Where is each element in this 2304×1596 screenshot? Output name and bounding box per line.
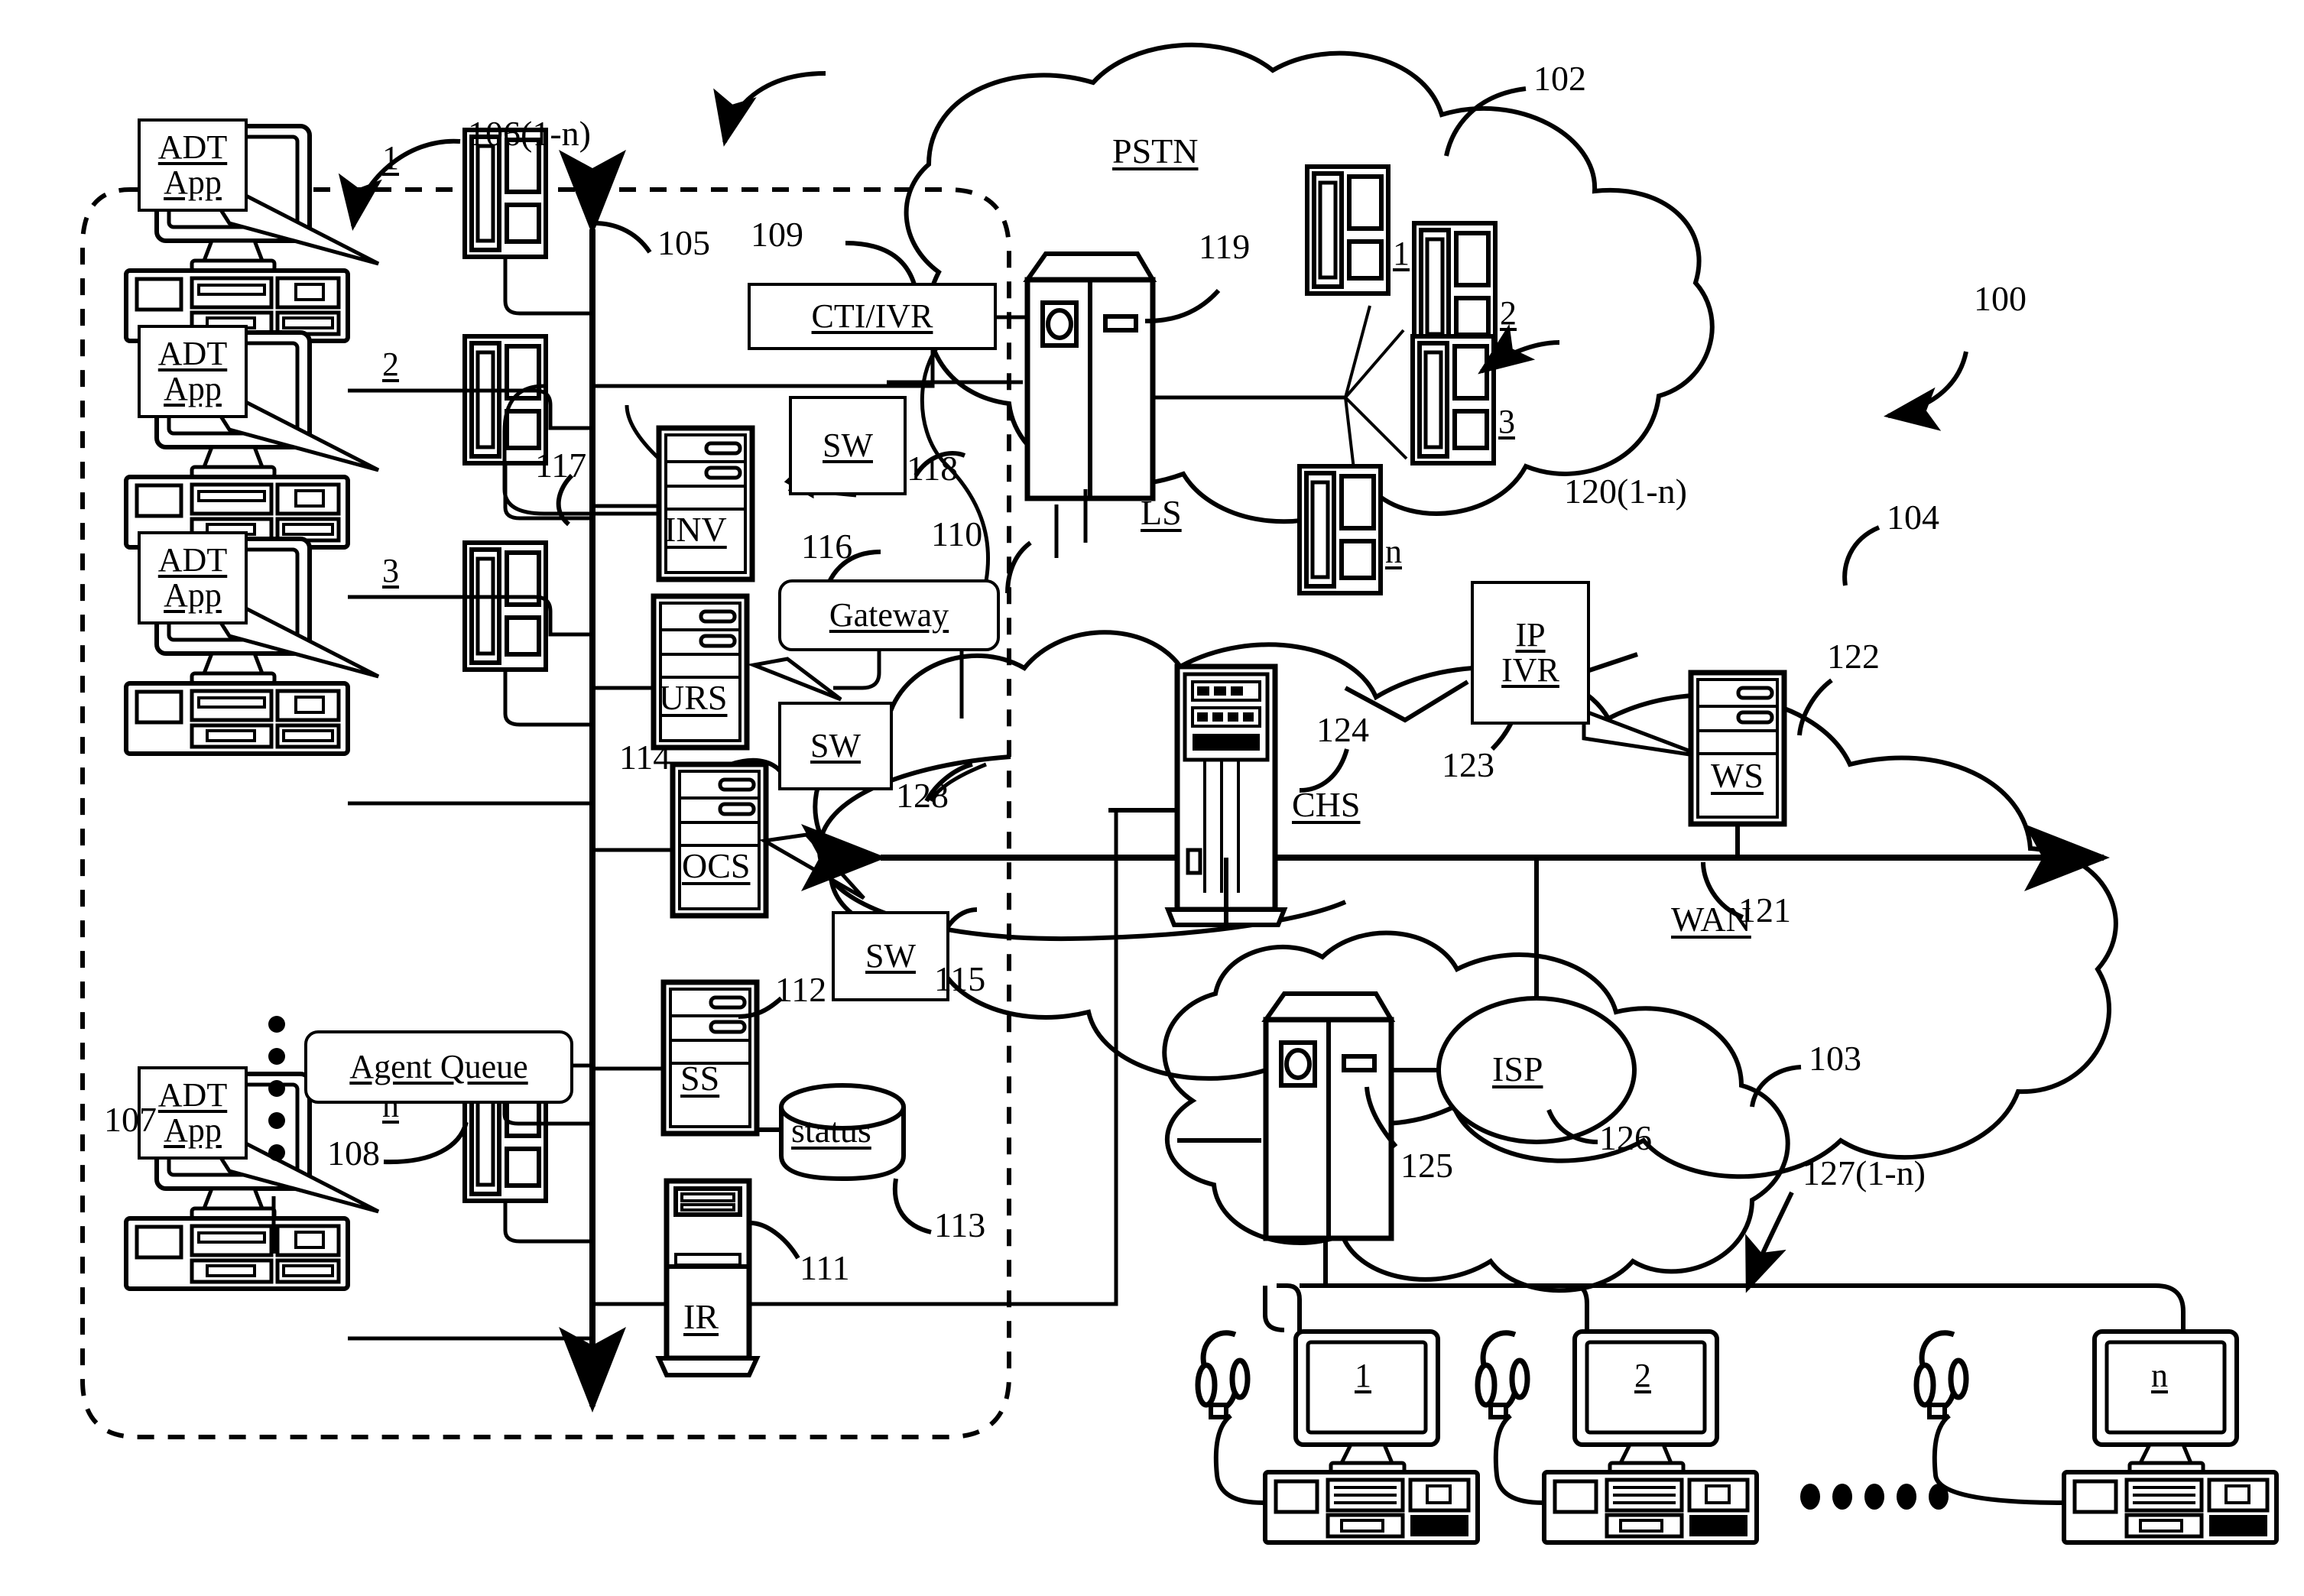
adt-label-1b: App (164, 164, 222, 201)
refnum-100: 100 (1974, 279, 2027, 318)
headset-3 (1916, 1333, 1966, 1417)
cti-ivr-label: CTI/IVR (811, 297, 933, 335)
server-label-urs: URS (659, 678, 728, 717)
refnum-126: 126 (1599, 1118, 1652, 1157)
screen-number-2: 2 (382, 345, 399, 383)
server-label-inv: INV (664, 510, 727, 549)
refnum-110: 110 (931, 514, 983, 553)
pstn-phone-number-n: n (1385, 533, 1402, 570)
refnum-109: 109 (751, 215, 803, 254)
refnum-120: 120(1-n) (1564, 472, 1687, 511)
sw-label-3: SW (865, 936, 916, 975)
pstn-label: PSTN (1112, 131, 1199, 170)
agent-phone-3 (465, 543, 546, 670)
agent-queue-box: Agent Queue (304, 1030, 573, 1104)
adt-app-callout-3: ADT App (138, 531, 248, 624)
refnum-111: 111 (800, 1248, 850, 1287)
pstn-phone-number-1: 1 (1393, 235, 1410, 272)
refnum-118: 118 (907, 449, 959, 488)
remote-screen-number-1: 1 (1355, 1357, 1371, 1394)
refnum-117: 117 (535, 446, 587, 485)
chs-label: CHS (1292, 785, 1361, 824)
adt-app-callout-1: ADT App (138, 118, 248, 212)
refnum-125: 125 (1400, 1146, 1453, 1185)
agent-queue-label: Agent Queue (349, 1047, 528, 1085)
sw-box-ocs: SW (832, 911, 949, 1001)
refnum-127: 127(1-n) (1803, 1153, 1926, 1192)
headset-1 (1198, 1333, 1248, 1417)
server-ss (664, 982, 757, 1134)
refnum-115: 115 (934, 959, 986, 998)
remote-client-1 (1265, 1332, 1478, 1542)
refnum-108: 108 (327, 1134, 380, 1173)
server-ocs (673, 764, 766, 916)
refnum-119: 119 (1199, 227, 1251, 266)
pstn-phone-3 (1413, 336, 1494, 463)
sw-box-urs: SW (778, 702, 893, 790)
server-label-ss: SS (680, 1059, 720, 1098)
screen-number-3: 3 (382, 552, 399, 589)
sw-box-inv: SW (789, 396, 907, 495)
refnum-128: 128 (896, 776, 949, 815)
adt-label-1a: ADT (157, 128, 228, 166)
refnum-106: 106(1-n) (468, 114, 591, 153)
pstn-phone-2 (1414, 223, 1495, 350)
refnum-103: 103 (1809, 1039, 1861, 1078)
adt-label-3a: ADT (157, 540, 228, 579)
ip-ivr-label-2: IVR (1501, 651, 1559, 689)
refnum-107: 107 (104, 1100, 157, 1139)
status-db-label: status (791, 1111, 871, 1150)
ls-label: LS (1141, 493, 1182, 532)
refnum-124: 124 (1316, 710, 1369, 749)
refnum-102: 102 (1533, 59, 1586, 98)
server-label-ocs: OCS (682, 846, 751, 885)
refnum-116: 116 (801, 527, 853, 566)
gateway-box: Gateway (778, 579, 1000, 651)
patent-figure: ADT App ADT App ADT App ADT App 1 2 3 n … (0, 0, 2304, 1596)
ws-server (1691, 673, 1784, 824)
gateway-label: Gateway (829, 595, 949, 634)
adt-label-2a: ADT (157, 334, 228, 372)
refnum-123: 123 (1442, 745, 1494, 784)
server-urs (654, 596, 747, 748)
diagram-linework (80, 42, 2304, 1596)
ip-ivr-box: IP IVR (1471, 581, 1590, 725)
adt-label-nb: App (164, 1111, 222, 1149)
headset-2 (1478, 1333, 1527, 1417)
pstn-phone-n (1300, 466, 1381, 593)
refnum-112: 112 (775, 970, 827, 1009)
refnum-105: 105 (657, 223, 710, 262)
isp-label: ISP (1492, 1049, 1543, 1088)
pstn-phone-number-3: 3 (1498, 403, 1515, 440)
adt-label-2b: App (164, 370, 222, 407)
adt-label-na: ADT (157, 1075, 228, 1114)
remote-screen-number-n: n (2151, 1357, 2168, 1394)
refnum-104: 104 (1887, 498, 1939, 537)
screen-number-1: 1 (382, 139, 399, 177)
remote-screen-number-2: 2 (1634, 1357, 1651, 1394)
ls-switch (1027, 254, 1153, 498)
server-label-ir: IR (683, 1297, 719, 1336)
refnum-121: 121 (1738, 890, 1791, 929)
adt-app-callout-2: ADT App (138, 325, 248, 418)
ip-ivr-label-1: IP (1515, 615, 1546, 654)
adt-label-3b: App (164, 576, 222, 614)
server-ir (659, 1181, 757, 1375)
isp-router (1266, 994, 1391, 1238)
refnum-122: 122 (1827, 637, 1880, 676)
pstn-phone-1 (1307, 167, 1388, 294)
sw-label-2: SW (810, 726, 861, 764)
sw-label-1: SW (823, 426, 873, 464)
server-inv (659, 428, 752, 579)
refnum-114: 114 (619, 738, 671, 777)
ws-label: WS (1711, 756, 1764, 795)
cti-ivr-box: CTI/IVR (748, 283, 997, 350)
pstn-phone-number-2: 2 (1500, 294, 1517, 332)
refnum-113: 113 (934, 1205, 986, 1244)
remote-client-n (2064, 1332, 2276, 1542)
